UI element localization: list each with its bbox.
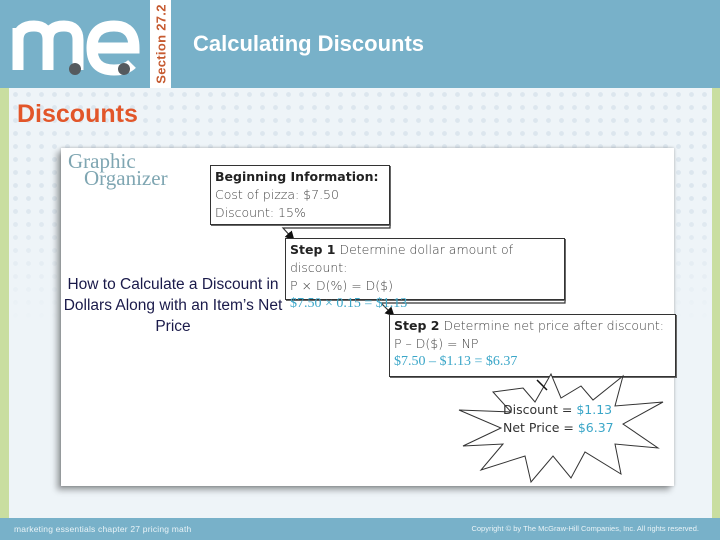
slide-title: Discounts (17, 100, 138, 128)
graphic-organizer-figure: Graphic Organizer Beginning Information:… (61, 148, 676, 486)
step2-formula: P – D($) = NP (394, 336, 479, 351)
organizer-title: Graphic Organizer (68, 151, 168, 189)
section-tab: Section 27.2 (150, 0, 171, 88)
footer-course-label: marketing essentials chapter 27 pricing … (14, 524, 192, 534)
header-bar: Section 27.2 Calculating Discounts (0, 0, 720, 88)
beginning-cost: Cost of pizza: $7.50 (215, 187, 339, 202)
me-logo (12, 20, 140, 76)
step1-formula: P × D(%) = D($) (290, 278, 393, 293)
discount-result-label: Discount = (503, 402, 573, 417)
left-accent-strip (0, 88, 9, 518)
arrow-to-step1 (281, 225, 391, 241)
footer-bar: marketing essentials chapter 27 pricing … (0, 518, 720, 540)
step1-label: Step 1 (290, 242, 336, 257)
header-title: Calculating Discounts (193, 31, 425, 56)
step1-box: Step 1 Determine dollar amount of discou… (285, 238, 565, 311)
step2-label: Step 2 (394, 318, 440, 333)
beginning-discount: Discount: 15% (215, 205, 306, 220)
section-label: Section 27.2 (153, 4, 168, 84)
beginning-heading: Beginning Information: (215, 169, 379, 184)
net-price-result-value: $6.37 (577, 420, 614, 435)
result-text: Discount = $1.13 Net Price = $6.37 (503, 401, 614, 437)
step2-text: Determine net price after discount: (443, 318, 665, 333)
slide-caption: How to Calculate a Discount in Dollars A… (63, 276, 283, 335)
step1-calculation: $7.50 × 0.15 = $1.13 (290, 296, 408, 311)
beginning-information-box: Beginning Information: Cost of pizza: $7… (210, 165, 390, 225)
net-price-result-label: Net Price = (503, 420, 574, 435)
right-accent-strip (712, 88, 720, 518)
footer-copyright: Copyright © by The McGraw-Hill Companies… (471, 524, 699, 533)
discount-result-value: $1.13 (576, 402, 613, 417)
